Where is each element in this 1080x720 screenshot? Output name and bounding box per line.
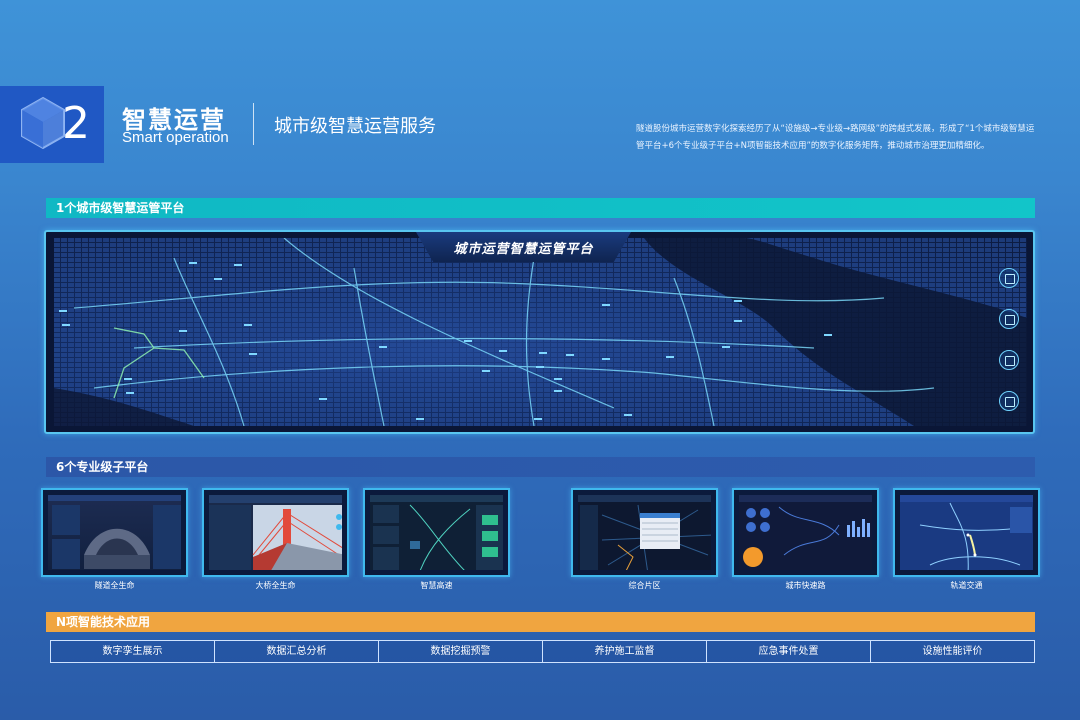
expressway-dashboard-graphic (739, 495, 872, 567)
sub-platform-card-rail[interactable] (893, 488, 1040, 577)
sub-platform-label: 轨道交通 (950, 581, 983, 590)
sub-platforms-bar: 6个专业级子平台 (46, 457, 1035, 477)
page-subtitle: 城市级智慧运营服务 (274, 116, 436, 137)
tech-apps-row: 数字孪生展示 数据汇总分析 数据挖掘预警 养护施工监督 应急事件处置 设施性能评… (50, 640, 1035, 663)
map-marker[interactable] (824, 334, 832, 336)
sub-platform-card-tunnel[interactable] (41, 488, 188, 577)
sub-platform-card-highway[interactable] (363, 488, 510, 577)
map-marker[interactable] (554, 390, 562, 392)
map-marker[interactable] (416, 418, 424, 420)
map-marker[interactable] (379, 346, 387, 348)
sub-platform-label: 智慧高速 (420, 581, 453, 590)
sub-platform-card-expressway[interactable] (732, 488, 879, 577)
city-map-graphic (54, 238, 1027, 426)
map-marker[interactable] (124, 378, 132, 380)
map-marker[interactable] (722, 346, 730, 348)
map-marker[interactable] (179, 330, 187, 332)
map-marker[interactable] (464, 340, 472, 342)
map-marker[interactable] (602, 358, 610, 360)
toolbar-button[interactable] (999, 391, 1019, 411)
map-marker[interactable] (234, 264, 242, 266)
sub-platform-label: 城市快速路 (785, 581, 826, 590)
tech-app-item[interactable]: 应急事件处置 (707, 641, 871, 662)
bridge-dashboard-graphic (209, 495, 342, 570)
sub-platform-label: 综合片区 (628, 581, 661, 590)
intro-text: 隧道股份城市运营数字化探索经历了从“设施级→专业级→路网级”的跨越式发展，形成了… (636, 124, 1035, 151)
map-marker[interactable] (482, 370, 490, 372)
cube-icon (21, 96, 65, 150)
map-marker[interactable] (666, 356, 674, 358)
map-marker[interactable] (539, 352, 547, 354)
city-platform-screenshot: 城市运营智慧运管平台 (44, 230, 1035, 434)
title-divider (253, 103, 254, 145)
city-map (54, 238, 1027, 426)
map-marker[interactable] (536, 366, 544, 368)
tech-apps-bar: N项智能技术应用 (46, 612, 1035, 632)
platform-title: 城市运营智慧运管平台 (453, 242, 594, 257)
toolbar-button[interactable] (999, 309, 1019, 329)
section-number: 2 (62, 98, 90, 149)
map-marker[interactable] (244, 324, 252, 326)
map-marker[interactable] (59, 310, 67, 312)
map-marker[interactable] (214, 278, 222, 280)
map-marker[interactable] (126, 392, 134, 394)
map-marker[interactable] (319, 398, 327, 400)
map-marker[interactable] (534, 418, 542, 420)
tech-app-item[interactable]: 设施性能评价 (871, 641, 1034, 662)
district-dashboard-graphic (578, 495, 711, 570)
tech-app-item[interactable]: 数据汇总分析 (215, 641, 379, 662)
tech-app-item[interactable]: 养护施工监督 (543, 641, 707, 662)
platform-side-toolbar (999, 268, 1019, 432)
sub-platform-card-district[interactable] (571, 488, 718, 577)
map-marker[interactable] (602, 304, 610, 306)
map-marker[interactable] (566, 354, 574, 356)
sub-platform-label: 隧道全生命 (94, 581, 135, 590)
highway-dashboard-graphic (370, 495, 503, 570)
section-logo: 2 (0, 86, 104, 163)
toolbar-button[interactable] (999, 268, 1019, 288)
sub-platform-label: 大桥全生命 (255, 581, 296, 590)
map-marker[interactable] (734, 300, 742, 302)
page-title-en: Smart operation (122, 129, 229, 146)
rail-dashboard-graphic (900, 495, 1033, 570)
map-marker[interactable] (734, 320, 742, 322)
map-marker[interactable] (189, 262, 197, 264)
map-marker[interactable] (62, 324, 70, 326)
city-platform-bar: 1个城市级智慧运管平台 (46, 198, 1035, 218)
map-marker[interactable] (554, 378, 562, 380)
tunnel-dashboard-graphic (48, 495, 181, 569)
map-marker[interactable] (499, 350, 507, 352)
map-marker[interactable] (624, 414, 632, 416)
toolbar-button[interactable] (999, 350, 1019, 370)
tech-app-item[interactable]: 数字孪生展示 (51, 641, 215, 662)
tech-app-item[interactable]: 数据挖掘预警 (379, 641, 543, 662)
map-marker[interactable] (249, 353, 257, 355)
sub-platform-card-bridge[interactable] (202, 488, 349, 577)
